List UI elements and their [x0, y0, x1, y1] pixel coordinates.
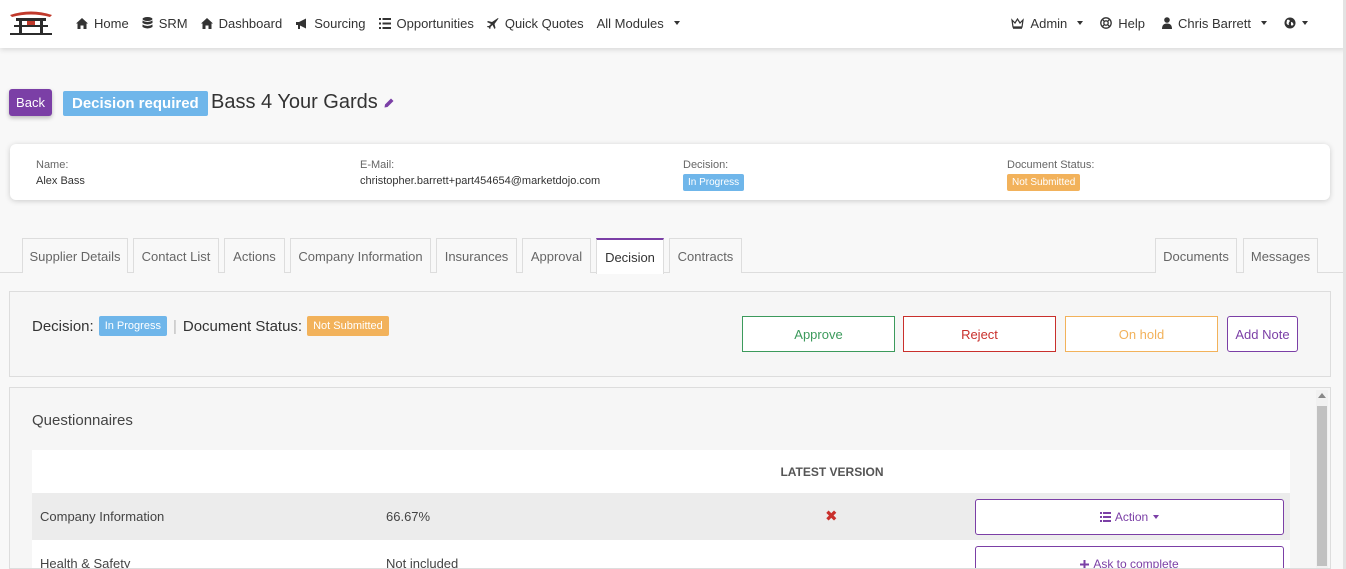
questionnaire-completion: Not included [386, 556, 459, 569]
document-status-label: Document Status: [182, 317, 303, 335]
questionnaires-panel: Questionnaires LATEST VERSION Company In… [9, 387, 1331, 569]
decision-required-badge: Decision required [63, 91, 208, 116]
nav-opportunities[interactable]: Opportunities [378, 15, 474, 31]
summary-email: E-Mail: christopher.barrett+part454654@m… [360, 158, 600, 189]
nav-dashboard-label: Dashboard [218, 15, 283, 31]
status-separator: | [172, 317, 177, 335]
nav-sourcing[interactable]: Sourcing [295, 15, 366, 31]
times-icon: ✖ [825, 508, 838, 525]
nav-help[interactable]: Help [1100, 16, 1145, 31]
ask-to-complete-button[interactable]: Ask to complete [975, 546, 1284, 569]
nav-all-modules-dropdown[interactable]: All Modules [597, 16, 680, 31]
tab-company-information[interactable]: Company Information [290, 238, 431, 273]
questionnaire-name: Health & Safety [40, 556, 131, 569]
decision-label: Decision: [32, 317, 94, 335]
caret-down-icon [1077, 21, 1084, 25]
questionnaires-title: Questionnaires [32, 412, 133, 429]
crown-icon [1011, 17, 1025, 29]
reject-button[interactable]: Reject [903, 316, 1056, 352]
table-row: Company Information 66.67% ✖ Action [32, 493, 1290, 540]
questionnaire-completion: 66.67% [386, 509, 431, 524]
database-icon [142, 17, 153, 29]
plane-icon [486, 18, 499, 29]
nav-admin-label: Admin [1030, 15, 1068, 31]
nav-all-modules-label: All Modules [596, 15, 664, 31]
summary-decision-label: Decision: [683, 159, 729, 171]
supplier-name-title: Bass 4 Your Gards [211, 91, 378, 113]
list-icon [1099, 512, 1111, 522]
decision-status-row: Decision: In Progress | Document Status:… [32, 316, 395, 336]
tab-supplier-details[interactable]: Supplier Details [22, 238, 128, 273]
questionnaires-table: LATEST VERSION Company Information 66.67… [32, 450, 1290, 569]
summary-doc-label: Document Status: [1007, 159, 1095, 171]
questionnaires-scrollbar[interactable] [1316, 390, 1328, 568]
tab-contracts[interactable]: Contracts [669, 238, 742, 273]
summary-email-label: E-Mail: [360, 159, 395, 171]
nav-sourcing-label: Sourcing [314, 15, 366, 31]
summary-name-label: Name: [36, 159, 69, 171]
summary-document-status: Document Status: Not Submitted [1007, 158, 1094, 191]
back-button[interactable]: Back [9, 89, 52, 116]
scrollbar-thumb[interactable] [1317, 406, 1327, 566]
tab-approval[interactable]: Approval [522, 238, 591, 273]
bullhorn-icon [296, 18, 307, 29]
nav-language-dropdown[interactable] [1284, 17, 1308, 29]
table-header: LATEST VERSION [32, 450, 1290, 493]
user-icon [1162, 17, 1173, 29]
list-icon [378, 17, 391, 29]
life-ring-icon [1100, 17, 1113, 29]
tab-contact-list[interactable]: Contact List [133, 238, 219, 273]
questionnaire-name: Company Information [40, 509, 165, 524]
nav-dashboard[interactable]: Dashboard [200, 15, 283, 31]
scroll-up-arrow-icon[interactable] [1318, 393, 1326, 398]
tab-actions[interactable]: Actions [224, 238, 285, 273]
nav-help-label: Help [1118, 15, 1146, 31]
home-icon [200, 17, 213, 29]
nav-user-label: Chris Barrett [1178, 15, 1251, 31]
nav-admin-dropdown[interactable]: Admin [1011, 15, 1084, 31]
summary-name-value: Alex Bass [36, 175, 85, 187]
approve-button[interactable]: Approve [742, 316, 895, 352]
summary-decision-badge: In Progress [683, 174, 745, 191]
action-dropdown-button[interactable]: Action [975, 499, 1284, 535]
add-note-button[interactable]: Add Note [1227, 316, 1298, 352]
page-title: Bass 4 Your Gards [211, 91, 394, 114]
nav-opportunities-label: Opportunities [396, 15, 474, 31]
on-hold-button[interactable]: On hold [1065, 316, 1218, 352]
nav-user-dropdown[interactable]: Chris Barrett [1162, 16, 1267, 31]
ask-to-complete-label: Ask to complete [1093, 557, 1179, 569]
table-row: Health & Safety Not included Ask to comp… [32, 540, 1290, 569]
summary-name: Name: Alex Bass [36, 158, 85, 189]
globe-icon [1284, 17, 1296, 29]
caret-down-icon [1153, 515, 1160, 519]
nav-srm-label: SRM [158, 15, 188, 31]
decision-badge: In Progress [98, 316, 167, 336]
summary-doc-badge: Not Submitted [1007, 174, 1081, 191]
tab-messages[interactable]: Messages [1243, 238, 1318, 273]
plus-icon [1080, 559, 1090, 568]
home-icon [76, 17, 88, 29]
nav-srm[interactable]: SRM [142, 16, 188, 31]
nav-quick-quotes-label: Quick Quotes [504, 15, 584, 31]
action-button-label: Action [1114, 510, 1149, 524]
summary-email-value: christopher.barrett+part454654@marketdoj… [360, 175, 601, 187]
nav-home-label: Home [94, 15, 129, 31]
caret-down-icon [1302, 21, 1308, 25]
tab-insurances[interactable]: Insurances [436, 238, 517, 273]
top-navbar: Home SRM Dashboard Sourcing Opportunitie… [0, 0, 1346, 48]
nav-quick-quotes[interactable]: Quick Quotes [486, 15, 584, 31]
tab-documents[interactable]: Documents [1155, 238, 1237, 273]
tab-decision[interactable]: Decision [596, 238, 664, 274]
caret-down-icon [1261, 21, 1267, 25]
col-latest-version: LATEST VERSION [780, 465, 884, 479]
market-dojo-logo-icon[interactable] [8, 9, 54, 35]
document-status-badge: Not Submitted [307, 316, 389, 336]
pencil-icon[interactable] [384, 98, 394, 108]
supplier-summary-card: Name: Alex Bass E-Mail: christopher.barr… [10, 144, 1330, 200]
decision-panel: Decision: In Progress | Document Status:… [9, 291, 1331, 377]
summary-decision: Decision: In Progress [683, 158, 745, 191]
caret-down-icon [673, 21, 680, 25]
nav-home[interactable]: Home [76, 16, 129, 31]
